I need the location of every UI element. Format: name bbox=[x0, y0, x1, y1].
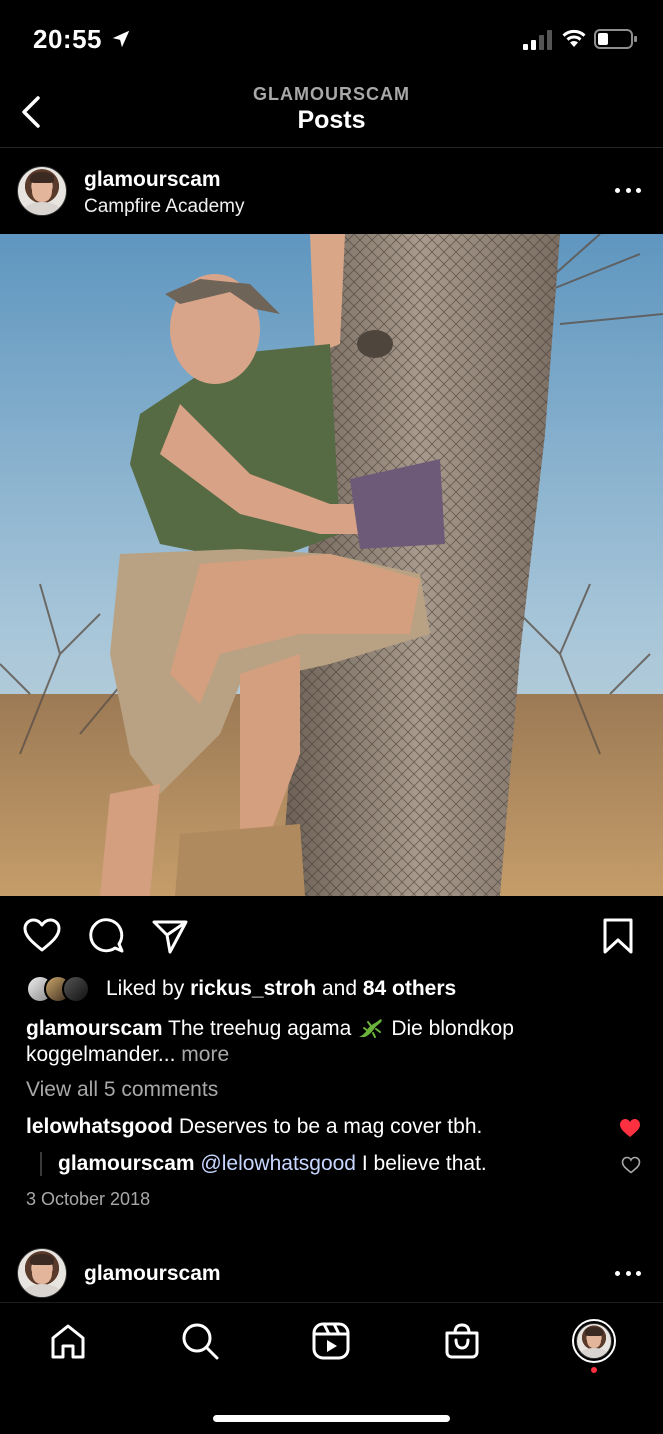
post-action-bar bbox=[0, 912, 663, 960]
lizard-emoji-icon bbox=[359, 1019, 382, 1038]
more-options-button[interactable] bbox=[615, 1271, 641, 1279]
search-icon[interactable] bbox=[180, 1321, 220, 1361]
caption-text: The treehug agama bbox=[168, 1017, 352, 1040]
comment-text: Deserves to be a mag cover tbh. bbox=[178, 1115, 483, 1138]
location-arrow-icon bbox=[112, 30, 130, 48]
comment-icon[interactable] bbox=[86, 916, 126, 956]
post-date: 3 October 2018 bbox=[26, 1189, 151, 1209]
heart-outline-icon[interactable] bbox=[621, 1156, 641, 1174]
comment-username[interactable]: lelowhatsgood bbox=[26, 1115, 173, 1138]
battery-icon bbox=[594, 29, 637, 49]
likes-text: Liked by rickus_stroh and 84 others bbox=[106, 977, 457, 1000]
nav-bar: GLAMOURSCAM Posts bbox=[0, 80, 663, 148]
post-photo[interactable] bbox=[0, 234, 663, 896]
page-title: Posts bbox=[297, 106, 366, 134]
reply-text: I believe that. bbox=[361, 1152, 487, 1175]
post-header: glamourscam Campfire Academy bbox=[0, 150, 663, 234]
caption-username[interactable]: glamourscam bbox=[26, 1017, 163, 1040]
caption-more-link[interactable]: more bbox=[181, 1043, 229, 1066]
avatar bbox=[576, 1323, 612, 1359]
reply-username[interactable]: glamourscam bbox=[58, 1152, 195, 1175]
share-icon[interactable] bbox=[150, 916, 190, 956]
comment-reply: glamourscam @lelowhatsgood I believe tha… bbox=[40, 1152, 600, 1176]
post-username[interactable]: glamourscam bbox=[84, 1262, 221, 1286]
more-options-button[interactable] bbox=[615, 188, 641, 196]
liker-username[interactable]: rickus_stroh bbox=[190, 977, 316, 1000]
avatar[interactable] bbox=[17, 166, 67, 216]
nav-subtitle: GLAMOURSCAM bbox=[253, 84, 410, 104]
avatar[interactable] bbox=[17, 1248, 67, 1298]
view-all-comments-link[interactable]: View all 5 comments bbox=[26, 1078, 218, 1102]
notification-dot bbox=[591, 1367, 597, 1373]
status-time: 20:55 bbox=[33, 24, 102, 54]
likes-count[interactable]: 84 others bbox=[363, 977, 456, 1000]
comment: lelowhatsgood Deserves to be a mag cover… bbox=[26, 1115, 626, 1139]
profile-tab[interactable] bbox=[572, 1319, 616, 1363]
heart-filled-icon[interactable] bbox=[619, 1118, 641, 1138]
home-icon[interactable] bbox=[48, 1321, 88, 1361]
cellular-signal-icon bbox=[523, 30, 552, 50]
post-username[interactable]: glamourscam bbox=[84, 168, 221, 192]
post-caption: glamourscam The treehug agama Die blondk… bbox=[26, 1016, 626, 1068]
tab-bar bbox=[0, 1302, 663, 1434]
next-post-header: glamourscam bbox=[0, 1246, 663, 1302]
shop-icon[interactable] bbox=[442, 1321, 482, 1361]
likes-row[interactable]: Liked by rickus_stroh and 84 others bbox=[26, 974, 646, 1004]
reply-mention[interactable]: @lelowhatsgood bbox=[200, 1152, 356, 1175]
status-bar: 20:55 bbox=[0, 0, 663, 80]
heart-icon[interactable] bbox=[22, 916, 62, 956]
bookmark-icon[interactable] bbox=[598, 916, 638, 956]
post-location[interactable]: Campfire Academy bbox=[84, 196, 245, 218]
reels-icon[interactable] bbox=[311, 1321, 351, 1361]
liker-avatar bbox=[62, 975, 90, 1003]
home-indicator bbox=[213, 1415, 450, 1422]
wifi-icon bbox=[562, 29, 586, 47]
